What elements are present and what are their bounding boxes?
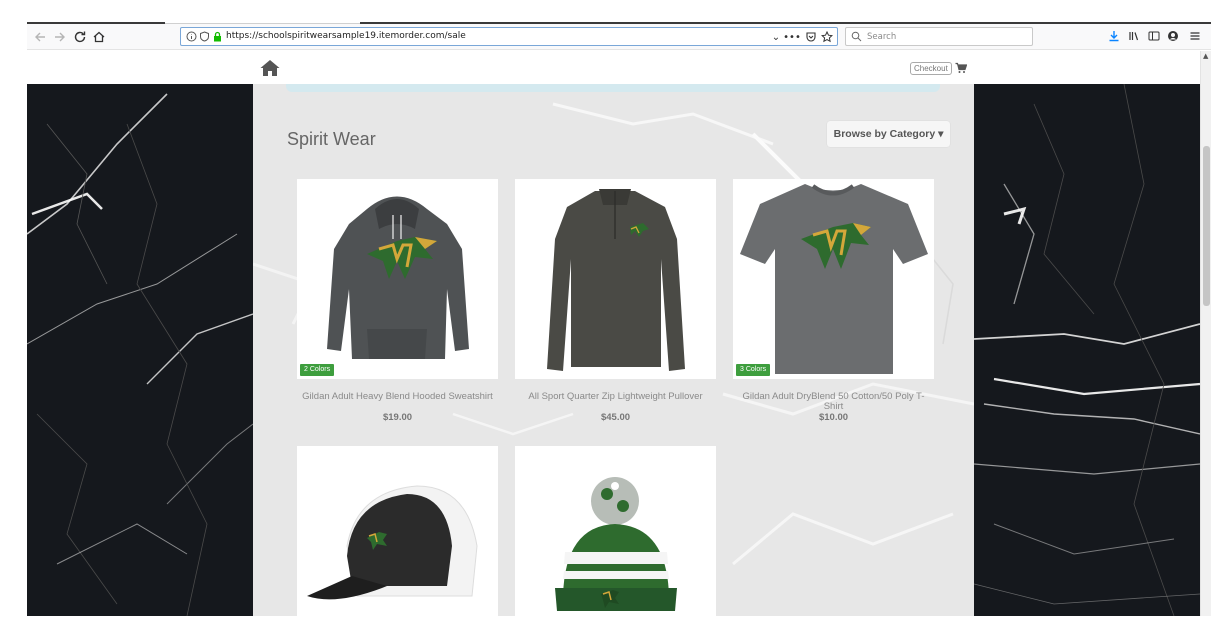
browse-by-category-dropdown[interactable]: Browse by Category ▾ [827,121,950,147]
more-icon[interactable]: ••• [783,31,801,43]
product-price: $45.00 [600,412,631,423]
menu-icon[interactable] [1188,29,1202,43]
download-icon[interactable] [1107,29,1121,43]
page-title: Spirit Wear [287,129,376,149]
pullover-image[interactable] [515,179,716,379]
tshirt-image[interactable]: 3 Colors [733,179,934,379]
marble-background-right [974,84,1200,616]
cap-image[interactable] [297,446,498,616]
library-icon[interactable] [1127,29,1141,43]
product-price: $19.00 [382,412,413,423]
home-icon[interactable] [91,29,107,45]
pocket-icon[interactable] [805,31,817,43]
home-icon[interactable] [260,59,280,77]
tracking-shield-icon[interactable] [199,31,210,42]
product-price: $10.00 [818,412,849,423]
account-icon[interactable] [1166,29,1180,43]
content-panel: Spirit Wear Browse by Category ▾ 2 Color… [253,84,974,616]
search-icon [851,31,862,42]
color-count-badge: 2 Colors [300,364,335,376]
url-bar[interactable]: https://schoolspiritwearsample19.itemord… [180,27,838,46]
hoodie-image[interactable]: 2 Colors [297,179,498,379]
sidebar-icon[interactable] [1147,29,1161,43]
product-name[interactable]: Gildan Adult DryBlend 50 Cotton/50 Poly … [733,392,934,412]
lock-icon[interactable] [212,31,223,42]
browser-toolbar: https://schoolspiritwearsample19.itemord… [27,24,1211,50]
scrollbar-thumb[interactable] [1203,146,1210,306]
info-banner [286,84,940,92]
checkout-button[interactable]: Checkout [910,62,952,75]
search-bar[interactable]: Search [845,27,1033,46]
back-icon[interactable] [32,29,48,45]
web-page: Checkout Spirit Wear Browse by Category … [27,51,1200,616]
marble-background-left [27,84,253,616]
product-name[interactable]: All Sport Quarter Zip Lightweight Pullov… [515,392,716,402]
cart-icon[interactable] [955,62,967,74]
beanie-image[interactable] [515,446,716,616]
search-placeholder: Search [867,32,897,42]
vertical-scrollbar[interactable]: ▲ [1200,51,1211,616]
product-name[interactable]: Gildan Adult Heavy Blend Hooded Sweatshi… [297,392,498,402]
dropdown-icon[interactable]: ⌄ [770,31,782,43]
forward-icon[interactable] [52,29,68,45]
color-count-badge: 3 Colors [736,364,771,376]
info-icon[interactable] [186,31,197,42]
bookmark-star-icon[interactable] [821,31,833,43]
scroll-up-icon[interactable]: ▲ [1203,52,1208,60]
window-bottom-area [0,616,1229,641]
site-header: Checkout [27,51,1200,84]
reload-icon[interactable] [72,29,88,45]
url-text[interactable]: https://schoolspiritwearsample19.itemord… [226,31,466,41]
